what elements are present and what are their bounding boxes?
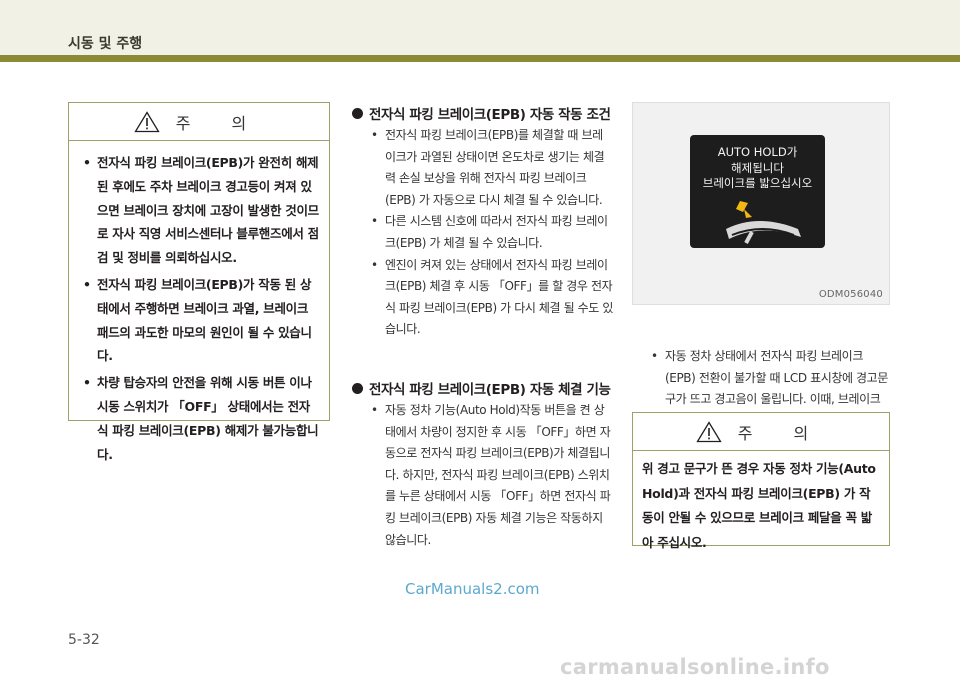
section-title-text: 전자식 파킹 브레이크(EPB) 자동 체결 기능 xyxy=(369,382,611,398)
warning-triangle-icon xyxy=(696,420,722,442)
lcd-line: AUTO HOLD가 xyxy=(717,145,798,159)
lcd-line: 해제됩니다 xyxy=(731,160,784,175)
caution-text: 위 경고 문구가 뜬 경우 자동 정차 기능(Auto Hold)과 전자식 파… xyxy=(642,461,876,550)
auto-apply-list: 전자식 파킹 브레이크(EPB)를 체결할 때 브레이크가 과열된 상태이면 온… xyxy=(371,125,613,341)
caution-box-right: 주 의 위 경고 문구가 뜬 경우 자동 정차 기능(Auto Hold)과 전… xyxy=(632,412,890,550)
section-title-text: 전자식 파킹 브레이크(EPB) 자동 작동 조건 xyxy=(369,107,611,123)
section-title-auto-engage: 전자식 파킹 브레이크(EPB) 자동 체결 기능 xyxy=(352,378,611,398)
section-title-auto-apply: 전자식 파킹 브레이크(EPB) 자동 작동 조건 xyxy=(352,103,611,123)
bullet-dot-icon xyxy=(352,107,363,119)
bullet-dot-icon xyxy=(352,382,363,394)
page-number: 5-32 xyxy=(68,632,100,648)
caution-item: 전자식 파킹 브레이크(EPB)가 작동 된 상태에서 주행하면 브레이크 과열… xyxy=(83,273,321,368)
header-bar xyxy=(0,0,960,55)
caution-box-left: 주 의 전자식 파킹 브레이크(EPB)가 완전히 해제된 후에도 주차 브레이… xyxy=(68,102,330,462)
caution-header: 주 의 xyxy=(633,413,889,451)
list-item: 자동 정차 기능(Auto Hold)작동 버튼을 켠 상태에서 차량이 정지한… xyxy=(371,400,613,551)
caution-list: 전자식 파킹 브레이크(EPB)가 완전히 해제된 후에도 주차 브레이크 경고… xyxy=(69,141,329,466)
chapter-title: 시동 및 주행 xyxy=(68,36,143,52)
cluster-figure: AUTO HOLD가 해제됩니다 브레이크를 밟으십시오 ODM056040 xyxy=(632,102,890,305)
caution-item: 전자식 파킹 브레이크(EPB)가 완전히 해제된 후에도 주차 브레이크 경고… xyxy=(83,151,321,270)
lcd-line: 브레이크를 밟으십시오 xyxy=(702,176,813,190)
caution-label: 주 의 xyxy=(737,423,827,443)
list-item: 엔진이 켜져 있는 상태에서 전자식 파킹 브레이크(EPB) 체결 후 시동 … xyxy=(371,255,613,341)
figure-code: ODM056040 xyxy=(818,289,883,300)
list-item: 전자식 파킹 브레이크(EPB)를 체결할 때 브레이크가 과열된 상태이면 온… xyxy=(371,125,613,211)
lcd-message: AUTO HOLD가 해제됩니다 브레이크를 밟으십시오 xyxy=(690,145,825,192)
bottom-watermark: carmanualsonline.info xyxy=(560,655,830,679)
caution-label: 주 의 xyxy=(175,113,265,133)
caution-header: 주 의 xyxy=(69,103,329,141)
header-rule xyxy=(0,55,960,62)
watermark-link[interactable]: CarManuals2.com xyxy=(405,580,540,598)
auto-engage-list: 자동 정차 기능(Auto Hold)작동 버튼을 켠 상태에서 차량이 정지한… xyxy=(371,400,613,551)
list-item: 다른 시스템 신호에 따라서 전자식 파킹 브레이크(EPB) 가 체결 될 수… xyxy=(371,211,613,254)
warning-triangle-icon xyxy=(134,110,160,132)
brake-pedal-icon xyxy=(726,201,801,244)
caution-item: 차량 탑승자의 안전을 위해 시동 버튼 이나 시동 스위치가 「OFF」 상태… xyxy=(83,371,321,466)
lcd-display: AUTO HOLD가 해제됩니다 브레이크를 밟으십시오 xyxy=(690,135,825,248)
